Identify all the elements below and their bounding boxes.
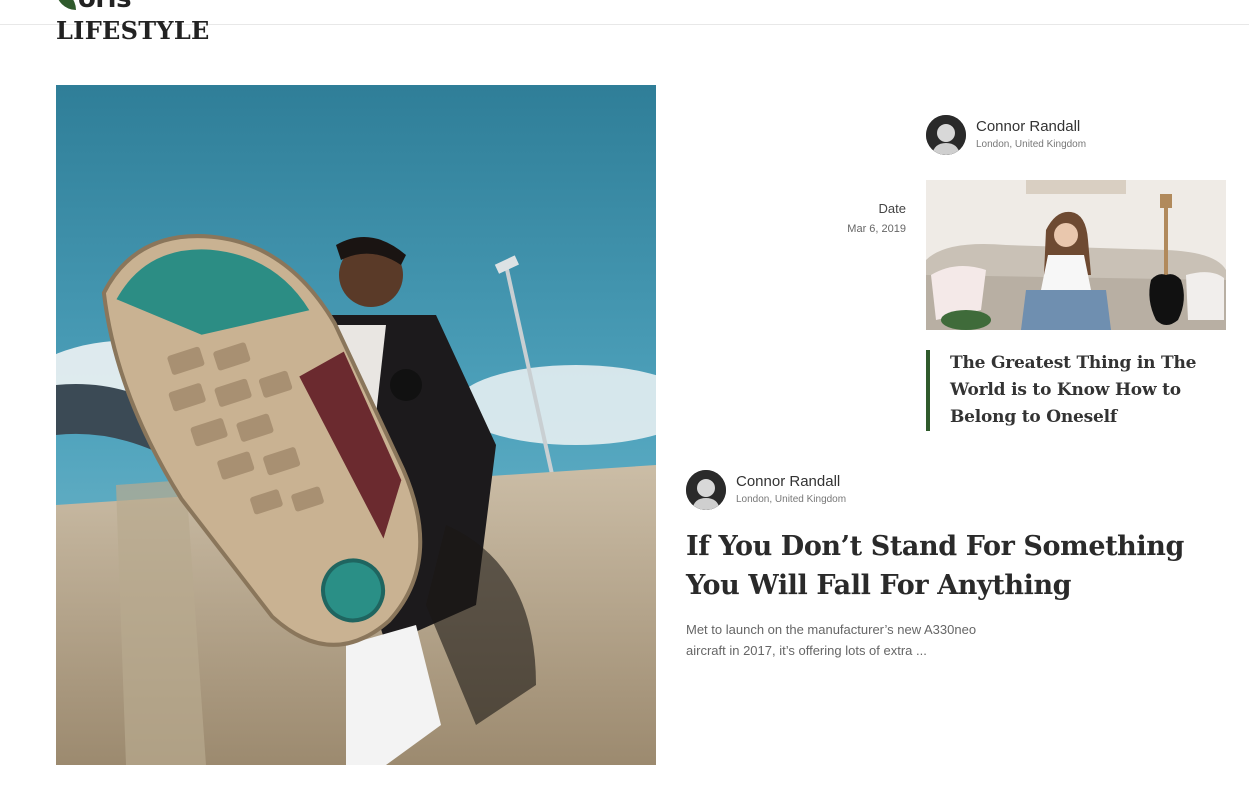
date-label: Date bbox=[878, 201, 906, 216]
author-location: London, United Kingdom bbox=[976, 139, 1087, 150]
author-meta: Connor Randall London, United Kingdom bbox=[736, 473, 846, 507]
author-location: London, United Kingdom bbox=[736, 494, 847, 505]
large-card-author: Connor Randall London, United Kingdom bbox=[686, 470, 846, 510]
site-logo[interactable]: oris bbox=[56, 0, 132, 12]
author-meta: Connor Randall London, United Kingdom bbox=[976, 118, 1086, 152]
hero-photo bbox=[56, 85, 656, 765]
logo-text: oris bbox=[78, 0, 132, 12]
small-card-title-block: The Greatest Thing in The World is to Kn… bbox=[926, 350, 1226, 431]
avatar[interactable] bbox=[926, 115, 966, 155]
hero-post-image[interactable] bbox=[56, 85, 656, 765]
date-block: Date Mar 6, 2019 bbox=[806, 200, 906, 236]
large-card-title[interactable]: If You Don’t Stand For Something You Wil… bbox=[686, 527, 1206, 605]
small-card-title[interactable]: The Greatest Thing in The World is to Kn… bbox=[950, 350, 1226, 431]
leaf-logo-icon bbox=[56, 0, 76, 10]
section-title: LIFESTYLE bbox=[56, 16, 210, 45]
author-avatar-icon bbox=[926, 115, 966, 155]
author-name[interactable]: Connor Randall bbox=[976, 118, 1086, 136]
author-name[interactable]: Connor Randall bbox=[736, 473, 846, 491]
small-post-image[interactable] bbox=[926, 180, 1226, 330]
small-card-author: Connor Randall London, United Kingdom bbox=[926, 115, 1086, 155]
small-post-photo bbox=[926, 180, 1226, 330]
date-value: Mar 6, 2019 bbox=[847, 223, 906, 235]
avatar[interactable] bbox=[686, 470, 726, 510]
post-excerpt: Met to launch on the manufacturer’s new … bbox=[686, 622, 977, 658]
author-avatar-icon bbox=[686, 470, 726, 510]
